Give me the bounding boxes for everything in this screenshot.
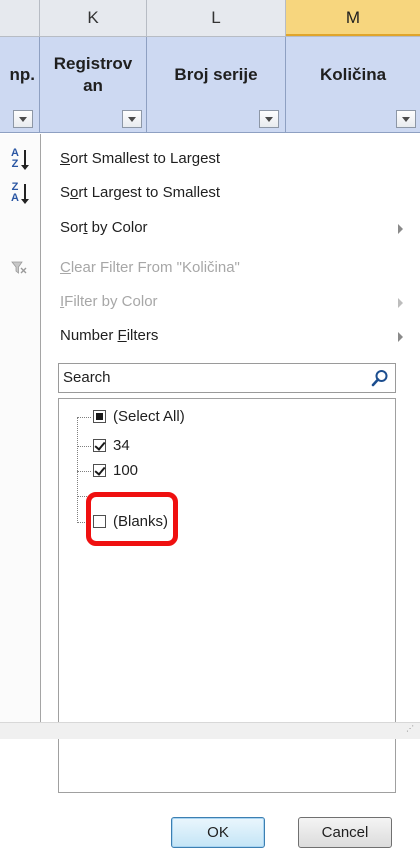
filter-dropdown-m[interactable] [396, 110, 416, 128]
menu-label: Number Filters [60, 327, 159, 344]
menu-clear-filter[interactable]: Clear Filter From "Količina" [11, 251, 420, 285]
menu-label: Clear Filter From "Količina" [60, 259, 240, 276]
menu-icon-gutter [0, 134, 40, 738]
menu-sort-ascending[interactable]: A Z Sort Smallest to Largest [11, 142, 420, 176]
menu-number-filters[interactable]: Number Filters [41, 319, 420, 353]
search-input[interactable]: Search [58, 363, 396, 393]
header-text: Broj serije [174, 64, 258, 84]
menu-label: Sort by Color [60, 219, 148, 236]
filter-dropdown-j[interactable] [13, 110, 33, 128]
sort-descending-icon: Z A [10, 182, 32, 204]
checklist-label: 100 [113, 462, 139, 479]
header-text: np. [9, 64, 36, 84]
autofilter-menu: A Z Sort Smallest to Largest Z A Sort La… [11, 134, 420, 848]
column-letters-row: K L M [0, 0, 420, 37]
header-text: Količina [319, 64, 387, 84]
menu-sort-by-color[interactable]: Sort by Color [41, 211, 420, 245]
cancel-button[interactable]: Cancel [298, 817, 392, 848]
submenu-arrow-icon [398, 332, 403, 342]
checkbox[interactable] [93, 464, 106, 477]
column-letter-j[interactable] [0, 0, 40, 36]
checklist-label: (Select All) [113, 408, 185, 425]
header-cell-j: np. [0, 37, 40, 133]
search-icon[interactable] [371, 369, 389, 387]
checkbox[interactable] [93, 410, 106, 423]
menu-label: Sort Largest to Smallest [60, 184, 221, 201]
ok-button[interactable]: OK [171, 817, 265, 848]
submenu-arrow-icon [398, 298, 403, 308]
filter-dropdown-k[interactable] [122, 110, 142, 128]
submenu-arrow-icon [398, 224, 403, 234]
search-placeholder: Search [63, 369, 111, 386]
menu-sort-descending[interactable]: Z A Sort Largest to Smallest [11, 176, 420, 210]
header-text: Registrov an [53, 53, 133, 95]
column-letter-m[interactable]: M [286, 0, 420, 36]
header-cell-m: Količina [286, 37, 420, 133]
sort-icon-letter-bottom: Z [11, 158, 19, 170]
menu-resize-strip: ⋰ [0, 722, 420, 739]
sort-ascending-icon: A Z [10, 148, 32, 170]
checklist-label: 34 [113, 437, 130, 454]
menu-label: IFilter by Color [60, 293, 158, 310]
menu-label: Sort Smallest to Largest [60, 150, 221, 167]
header-cell-k: Registrov an [40, 37, 147, 133]
sort-icon-letter-bottom: A [11, 192, 19, 204]
column-letter-l[interactable]: L [147, 0, 286, 36]
filter-dropdown-l[interactable] [259, 110, 279, 128]
column-letter-k[interactable]: K [40, 0, 147, 36]
header-cell-l: Broj serije [147, 37, 286, 133]
checkbox[interactable] [93, 439, 106, 452]
resize-grip-icon[interactable]: ⋰ [406, 725, 416, 736]
menu-filter-by-color[interactable]: IFilter by Color [41, 285, 420, 319]
clear-filter-icon [11, 261, 27, 274]
blanks-highlight-annotation [86, 492, 178, 546]
header-row: np. Registrov an Broj serije Količina [0, 37, 420, 133]
